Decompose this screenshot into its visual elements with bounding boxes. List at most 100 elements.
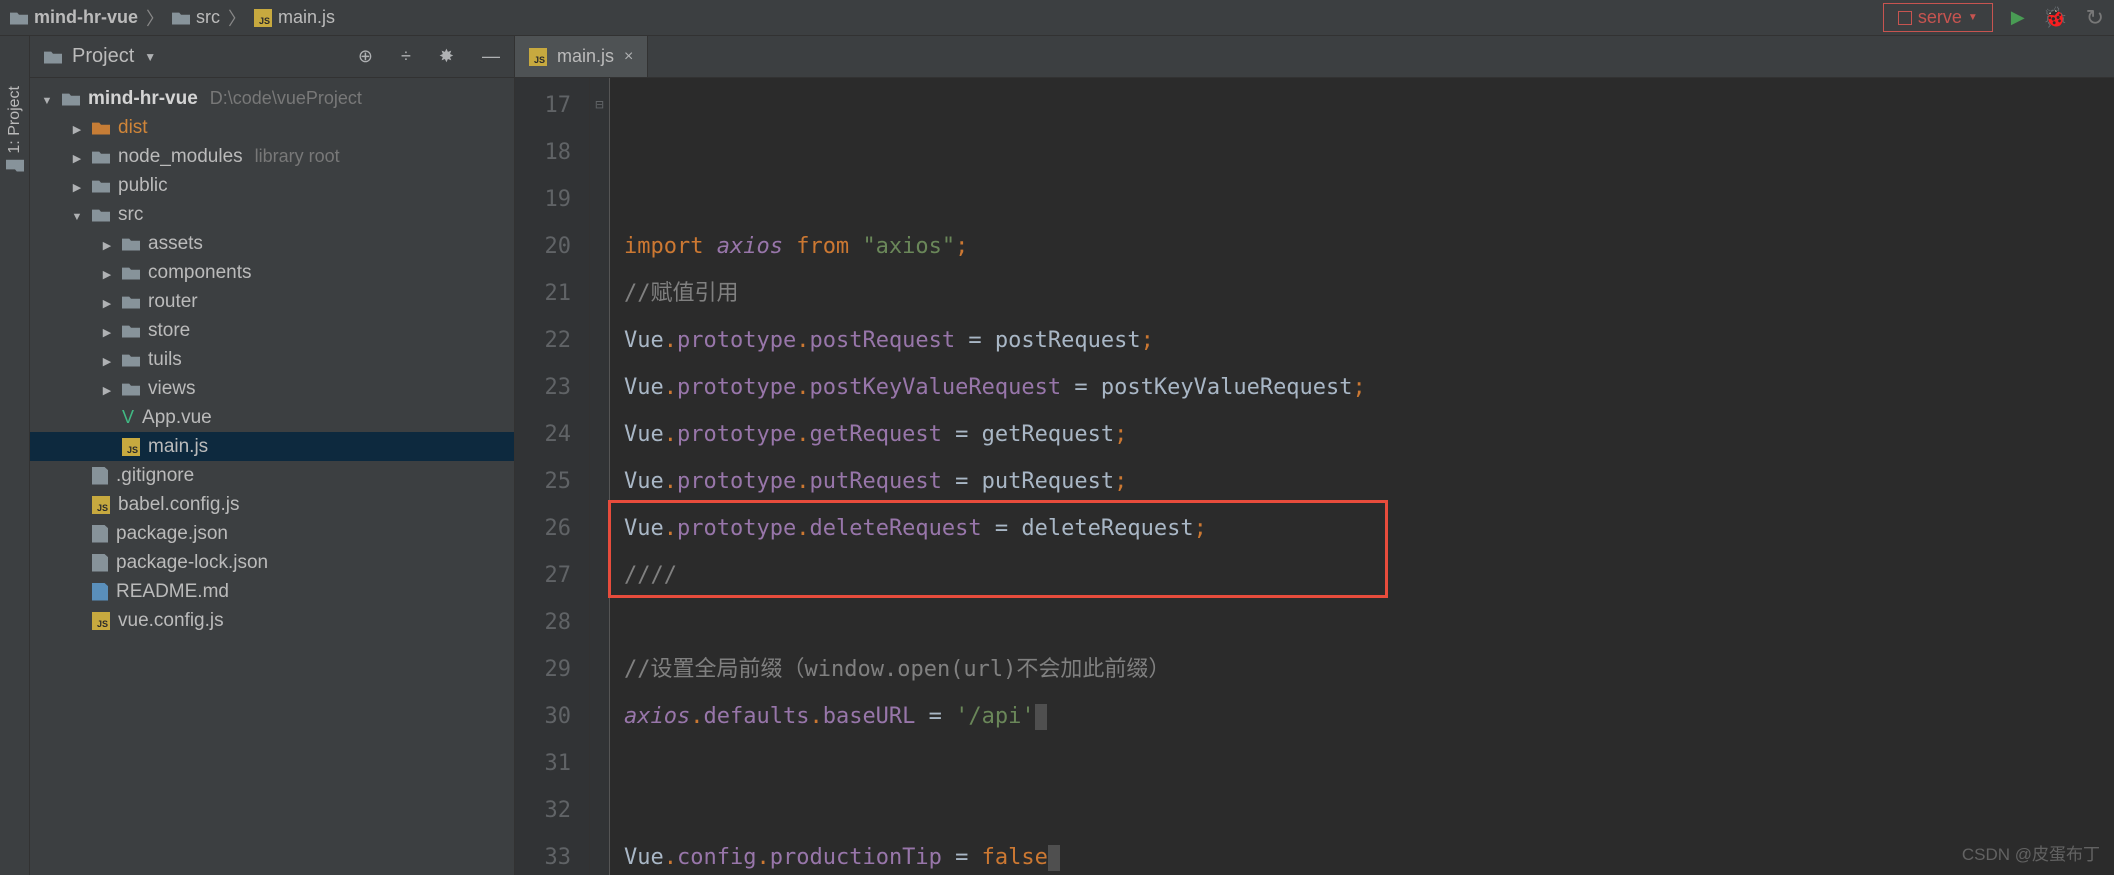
folder-icon xyxy=(122,295,140,309)
folder-icon xyxy=(172,11,190,25)
folder-icon xyxy=(92,121,110,135)
tree-item-label: package.json xyxy=(116,523,228,545)
tree-item[interactable]: node_moduleslibrary root xyxy=(30,142,514,171)
toolbar-right: serve ▼ ▶ 🐞 ↻ xyxy=(1883,3,2104,32)
tree-item-label: README.md xyxy=(116,581,229,603)
tree-item[interactable]: dist xyxy=(30,113,514,142)
fold-marker xyxy=(590,458,609,505)
debug-button[interactable]: 🐞 xyxy=(2043,5,2068,30)
expand-icon[interactable] xyxy=(100,352,114,368)
project-panel-header: Project ▼ ⊕ ÷ ✸ — xyxy=(30,36,514,78)
run-config-selector[interactable]: serve ▼ xyxy=(1883,3,1993,32)
settings-icon[interactable]: ✸ xyxy=(439,46,454,67)
line-number: 17 xyxy=(515,82,571,129)
expand-icon[interactable] xyxy=(70,149,84,165)
tree-item-label: babel.config.js xyxy=(118,494,239,516)
expand-icon[interactable] xyxy=(40,91,54,107)
tree-root[interactable]: mind-hr-vue D:\code\vueProject xyxy=(30,84,514,113)
fold-marker xyxy=(590,552,609,599)
fold-marker xyxy=(590,270,609,317)
tree-item-hint: library root xyxy=(255,146,340,167)
breadcrumb: mind-hr-vue 〉 src 〉 main.js xyxy=(10,5,1883,31)
project-tree[interactable]: mind-hr-vue D:\code\vueProject distnode_… xyxy=(30,78,514,875)
js-file-icon xyxy=(529,48,547,66)
breadcrumb-src-label: src xyxy=(196,7,220,28)
line-number: 25 xyxy=(515,458,571,505)
code-content[interactable]: import axios from "axios";//赋值引用Vue.prot… xyxy=(610,78,2114,875)
file-icon xyxy=(92,467,108,485)
tree-item[interactable]: V App.vue xyxy=(30,403,514,432)
collapse-icon[interactable]: ÷ xyxy=(401,46,411,67)
tree-item-label: vue.config.js xyxy=(118,610,224,632)
breadcrumb-file[interactable]: main.js xyxy=(254,7,335,28)
fold-marker xyxy=(590,834,609,875)
tree-item[interactable]: babel.config.js xyxy=(30,490,514,519)
code-line: Vue.prototype.deleteRequest = deleteRequ… xyxy=(624,505,2100,552)
breadcrumb-root[interactable]: mind-hr-vue xyxy=(10,7,138,28)
tree-item[interactable]: package-lock.json xyxy=(30,548,514,577)
folder-icon xyxy=(44,50,62,64)
expand-icon[interactable] xyxy=(70,120,84,136)
code-line: axios.defaults.baseURL = '/api' xyxy=(624,693,2100,740)
tree-item[interactable]: main.js xyxy=(30,432,514,461)
tree-item[interactable]: assets xyxy=(30,229,514,258)
tree-item[interactable]: views xyxy=(30,374,514,403)
tree-item[interactable]: tuils xyxy=(30,345,514,374)
breadcrumb-src[interactable]: src xyxy=(172,7,220,28)
fold-marker xyxy=(590,176,609,223)
breadcrumb-file-label: main.js xyxy=(278,7,335,28)
editor-tab-main-js[interactable]: main.js × xyxy=(515,36,648,77)
tree-item-label: package-lock.json xyxy=(116,552,268,574)
tree-item[interactable]: README.md xyxy=(30,577,514,606)
line-number: 24 xyxy=(515,411,571,458)
folder-icon xyxy=(92,150,110,164)
tree-item[interactable]: vue.config.js xyxy=(30,606,514,635)
editor-area: main.js × 171819202122232425262728293031… xyxy=(515,36,2114,875)
expand-icon[interactable] xyxy=(100,381,114,397)
project-panel-title: Project xyxy=(72,45,134,68)
dropdown-icon: ▼ xyxy=(1968,12,1978,23)
expand-icon[interactable] xyxy=(70,178,84,194)
tree-item[interactable]: .gitignore xyxy=(30,461,514,490)
tree-item[interactable]: router xyxy=(30,287,514,316)
main-area: 1: Project Project ▼ ⊕ ÷ ✸ — mind-hr-vue… xyxy=(0,36,2114,875)
tree-item[interactable]: store xyxy=(30,316,514,345)
fold-marker xyxy=(590,787,609,834)
reload-button[interactable]: ↻ xyxy=(2086,5,2104,31)
fold-marker xyxy=(590,411,609,458)
target-icon[interactable]: ⊕ xyxy=(358,46,373,67)
folder-icon xyxy=(122,266,140,280)
js-file-icon xyxy=(122,438,140,456)
tree-item[interactable]: components xyxy=(30,258,514,287)
line-number: 21 xyxy=(515,270,571,317)
breadcrumb-sep: 〉 xyxy=(146,5,164,31)
expand-icon[interactable] xyxy=(70,207,84,223)
close-tab-icon[interactable]: × xyxy=(624,48,633,66)
tab-label: main.js xyxy=(557,46,614,67)
tree-item[interactable]: src xyxy=(30,200,514,229)
fold-marker[interactable]: ⊟ xyxy=(590,82,609,129)
line-number: 20 xyxy=(515,223,571,270)
tree-item[interactable]: package.json xyxy=(30,519,514,548)
tree-item[interactable]: public xyxy=(30,171,514,200)
fold-gutter: ⊟ xyxy=(590,78,610,875)
code-line: Vue.prototype.postKeyValueRequest = post… xyxy=(624,364,2100,411)
run-button[interactable]: ▶ xyxy=(2011,7,2025,28)
hide-panel-icon[interactable]: — xyxy=(482,46,500,67)
fold-marker xyxy=(590,223,609,270)
md-file-icon xyxy=(92,583,108,601)
expand-icon[interactable] xyxy=(100,236,114,252)
code-line: import axios from "axios"; xyxy=(624,223,2100,270)
sidebar-tab-project[interactable]: 1: Project xyxy=(4,76,26,184)
fold-marker xyxy=(590,317,609,364)
tree-item-label: App.vue xyxy=(142,407,212,429)
tree-item-label: views xyxy=(148,378,196,400)
expand-icon[interactable] xyxy=(100,294,114,310)
vue-file-icon: V xyxy=(122,407,134,428)
json-file-icon xyxy=(92,554,108,572)
editor-body[interactable]: 1718192021222324252627282930313233 ⊟ imp… xyxy=(515,78,2114,875)
expand-icon[interactable] xyxy=(100,323,114,339)
dropdown-icon[interactable]: ▼ xyxy=(144,50,156,64)
expand-icon[interactable] xyxy=(100,265,114,281)
run-config-name: serve xyxy=(1918,7,1962,28)
